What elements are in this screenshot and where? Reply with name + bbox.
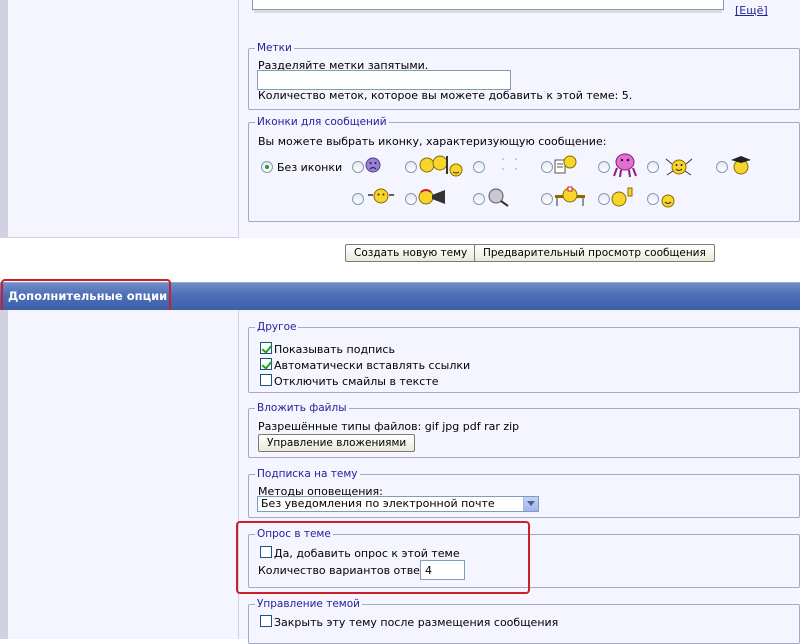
cheers-icon [419,155,463,177]
more-link-text[interactable]: Ещё [739,4,763,17]
tags-count-text: Количество меток, которое вы можете доба… [258,89,633,102]
chevron-down-icon[interactable] [523,497,538,511]
sad-face-icon [365,157,381,173]
icon-radio-graduate[interactable] [716,161,728,173]
textarea-scroll-edge [254,10,722,13]
icon-radio-thumbs-up[interactable] [598,193,610,205]
show-signature-label: Показывать подпись [274,343,395,356]
manage-attachments-button[interactable]: Управление вложениями [258,434,416,452]
highlight-box-title [1,279,171,313]
icon-radio-note-reader[interactable] [541,161,553,173]
subscribe-legend: Подписка на тему [255,468,360,481]
icon-radio-small-smile[interactable] [647,193,659,205]
allowed-file-types: Разрешённые типы файлов: gif jpg pdf rar… [258,420,520,433]
create-topic-button[interactable]: Создать новую тему [345,244,477,262]
icon-radio-blank[interactable] [473,161,485,173]
dancing-icon [665,158,693,176]
tags-legend: Метки [255,42,294,55]
more-smilies-link[interactable]: [Ещё] [735,4,768,17]
notification-method-value: Без уведомления по электронной почте [261,497,495,510]
close-topic-label: Закрыть эту тему после размещения сообще… [274,616,559,629]
icon-radio-magnifier[interactable] [473,193,485,205]
show-signature-checkbox[interactable] [260,342,272,354]
left-column [0,310,8,639]
icon-radio-dancing[interactable] [647,161,659,173]
icon-radio-nurse[interactable] [541,193,553,205]
icon-radio-crying[interactable] [352,193,364,205]
crying-icon [368,188,394,204]
note-reader-icon [554,155,577,174]
icon-radio-none[interactable] [261,161,273,173]
message-textarea[interactable] [252,0,724,10]
close-topic-checkbox[interactable] [260,615,272,627]
manage-topic-legend: Управление темой [255,598,362,611]
notification-method-select[interactable]: Без уведомления по электронной почте [257,496,539,512]
thumbs-up-icon [611,187,633,207]
icon-radio-pink-monster[interactable] [598,161,610,173]
small-smile-icon [661,194,675,208]
megaphone-icon [418,189,445,205]
magnifier-icon [488,188,509,207]
icon-radio-sad[interactable] [352,161,364,173]
highlight-box-poll [236,521,530,594]
disable-smilies-checkbox[interactable] [260,374,272,386]
blank-icon [502,158,517,170]
no-icon-label: Без иконки [277,161,343,174]
preview-message-button[interactable]: Предварительный просмотр сообщения [474,244,715,262]
auto-links-checkbox[interactable] [260,358,272,370]
icon-radio-cheers[interactable] [405,161,417,173]
graduate-icon [731,156,751,175]
auto-links-label: Автоматически вставлять ссылки [274,359,471,372]
nurse-icon [555,186,585,206]
left-column [0,0,8,238]
post-icons-hint: Вы можете выбрать иконку, характеризующу… [258,135,607,148]
tags-input[interactable] [257,70,511,90]
pink-monster-icon [613,153,637,178]
icon-radio-megaphone[interactable] [405,193,417,205]
other-legend: Другое [255,321,299,334]
attach-files-legend: Вложить файлы [255,402,349,415]
post-icons-legend: Иконки для сообщений [255,116,389,129]
disable-smilies-label: Отключить смайлы в тексте [274,375,439,388]
